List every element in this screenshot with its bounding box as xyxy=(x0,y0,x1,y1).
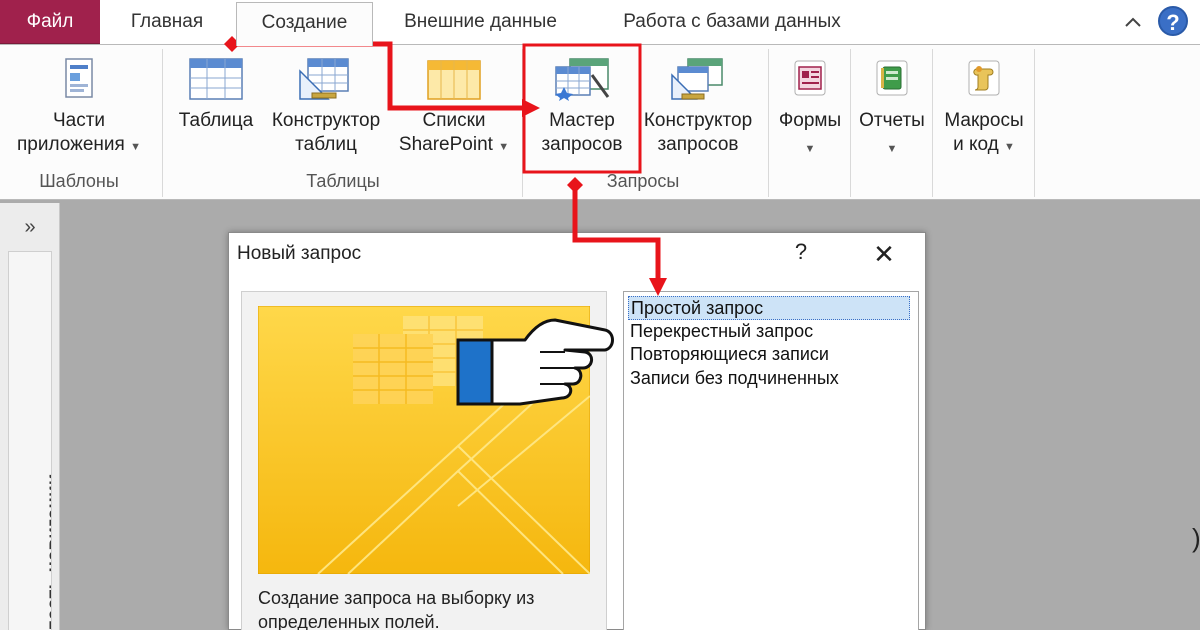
group-divider xyxy=(932,49,933,197)
dialog-close-button[interactable]: ✕ xyxy=(867,237,901,271)
dialog-title: Новый запрос xyxy=(237,243,362,264)
forms-label: Формы xyxy=(778,110,842,131)
app-parts-button[interactable]: Части приложения ▼ xyxy=(6,57,152,159)
query-wizard-label-2: запросов xyxy=(541,134,623,155)
group-divider xyxy=(522,49,523,197)
app-parts-label-2: приложения xyxy=(17,134,125,155)
query-wizard-label-1: Мастер xyxy=(549,110,615,131)
navigation-pane-label: ласть навигации xyxy=(44,473,52,630)
navigation-strip[interactable]: ласть навигации xyxy=(8,251,52,630)
table-designer-icon xyxy=(299,58,349,100)
help-icon[interactable]: ? xyxy=(1158,6,1188,36)
sharepoint-lists-button[interactable]: Списки SharePoint ▼ xyxy=(392,57,516,159)
query-designer-label-1: Конструктор xyxy=(643,110,753,131)
ribbon-tabs: Файл Главная Создание Внешние данные Раб… xyxy=(0,0,1200,46)
sharepoint-lists-icon xyxy=(427,60,481,100)
chevron-down-icon: ▼ xyxy=(130,141,141,153)
chevron-down-icon: ▼ xyxy=(804,143,816,155)
new-query-dialog: Новый запрос ? ✕ Создание запроса на выб… xyxy=(228,232,926,630)
navigation-pane: » ласть навигации xyxy=(0,203,60,630)
macros-label-2: и код xyxy=(953,134,999,155)
group-label-templates: Шаблоны xyxy=(39,171,119,191)
table-button[interactable]: Таблица xyxy=(170,57,262,133)
tab-database-tools[interactable]: Работа с базами данных xyxy=(602,0,862,44)
list-item[interactable]: Записи без подчиненных xyxy=(628,367,910,391)
list-item[interactable]: Перекрестный запрос xyxy=(628,320,910,344)
table-designer-label-1: Конструктор xyxy=(271,110,381,131)
macros-icon xyxy=(968,60,1000,96)
query-wizard-icon xyxy=(555,58,610,101)
tab-home[interactable]: Главная xyxy=(112,0,222,44)
tab-file[interactable]: Файл xyxy=(0,0,100,44)
group-label-tables: Таблицы xyxy=(306,171,380,191)
sharepoint-label-1: Списки xyxy=(422,110,486,131)
dialog-help-button[interactable]: ? xyxy=(789,239,813,269)
macros-label-1: Макросы xyxy=(944,110,1024,131)
ribbon-create: Части приложения ▼ Шаблоны Таблица Конст… xyxy=(0,44,1200,200)
group-divider xyxy=(1034,49,1035,197)
forms-icon xyxy=(794,60,826,96)
tab-create[interactable]: Создание xyxy=(236,2,373,46)
query-designer-label-2: запросов xyxy=(657,134,739,155)
chevron-down-icon: ▼ xyxy=(498,141,510,153)
group-divider xyxy=(850,49,851,197)
forms-button[interactable]: Формы ▼ xyxy=(772,57,848,161)
app-parts-label-1: Части xyxy=(52,110,106,131)
group-divider xyxy=(768,49,769,197)
group-divider xyxy=(162,49,163,197)
query-description: Создание запроса на выборку из определен… xyxy=(258,588,535,630)
chevron-down-icon: ▼ xyxy=(886,143,898,155)
app-parts-icon xyxy=(65,58,93,98)
query-designer-button[interactable]: Конструктор запросов xyxy=(638,57,758,157)
minimize-ribbon-icon[interactable] xyxy=(1122,12,1144,34)
reports-label: Отчеты xyxy=(859,110,925,131)
sharepoint-label-2: SharePoint xyxy=(398,134,493,155)
table-designer-button[interactable]: Конструктор таблиц xyxy=(264,57,388,157)
query-wizard-button[interactable]: Мастер запросов xyxy=(528,57,636,157)
preview-panel: Создание запроса на выборку из определен… xyxy=(241,291,607,630)
expand-nav-button[interactable]: » xyxy=(8,213,52,243)
chevron-down-icon: ▼ xyxy=(1004,141,1015,153)
reports-icon xyxy=(876,60,908,96)
reports-button[interactable]: Отчеты ▼ xyxy=(854,57,930,161)
query-type-list[interactable]: Простой запрос Перекрестный запрос Повто… xyxy=(623,291,919,630)
query-preview-image xyxy=(258,306,590,574)
macros-button[interactable]: Макросы и код ▼ xyxy=(936,57,1032,159)
tab-external-data[interactable]: Внешние данные xyxy=(388,0,573,44)
query-designer-icon xyxy=(671,58,723,100)
edge-glyph: ) xyxy=(1192,523,1200,553)
table-designer-label-2: таблиц xyxy=(295,134,357,155)
list-item[interactable]: Повторяющиеся записи xyxy=(628,343,910,367)
list-item[interactable]: Простой запрос xyxy=(628,296,910,320)
table-label: Таблица xyxy=(178,110,254,131)
table-icon xyxy=(189,58,243,100)
group-label-queries: Запросы xyxy=(606,171,680,191)
